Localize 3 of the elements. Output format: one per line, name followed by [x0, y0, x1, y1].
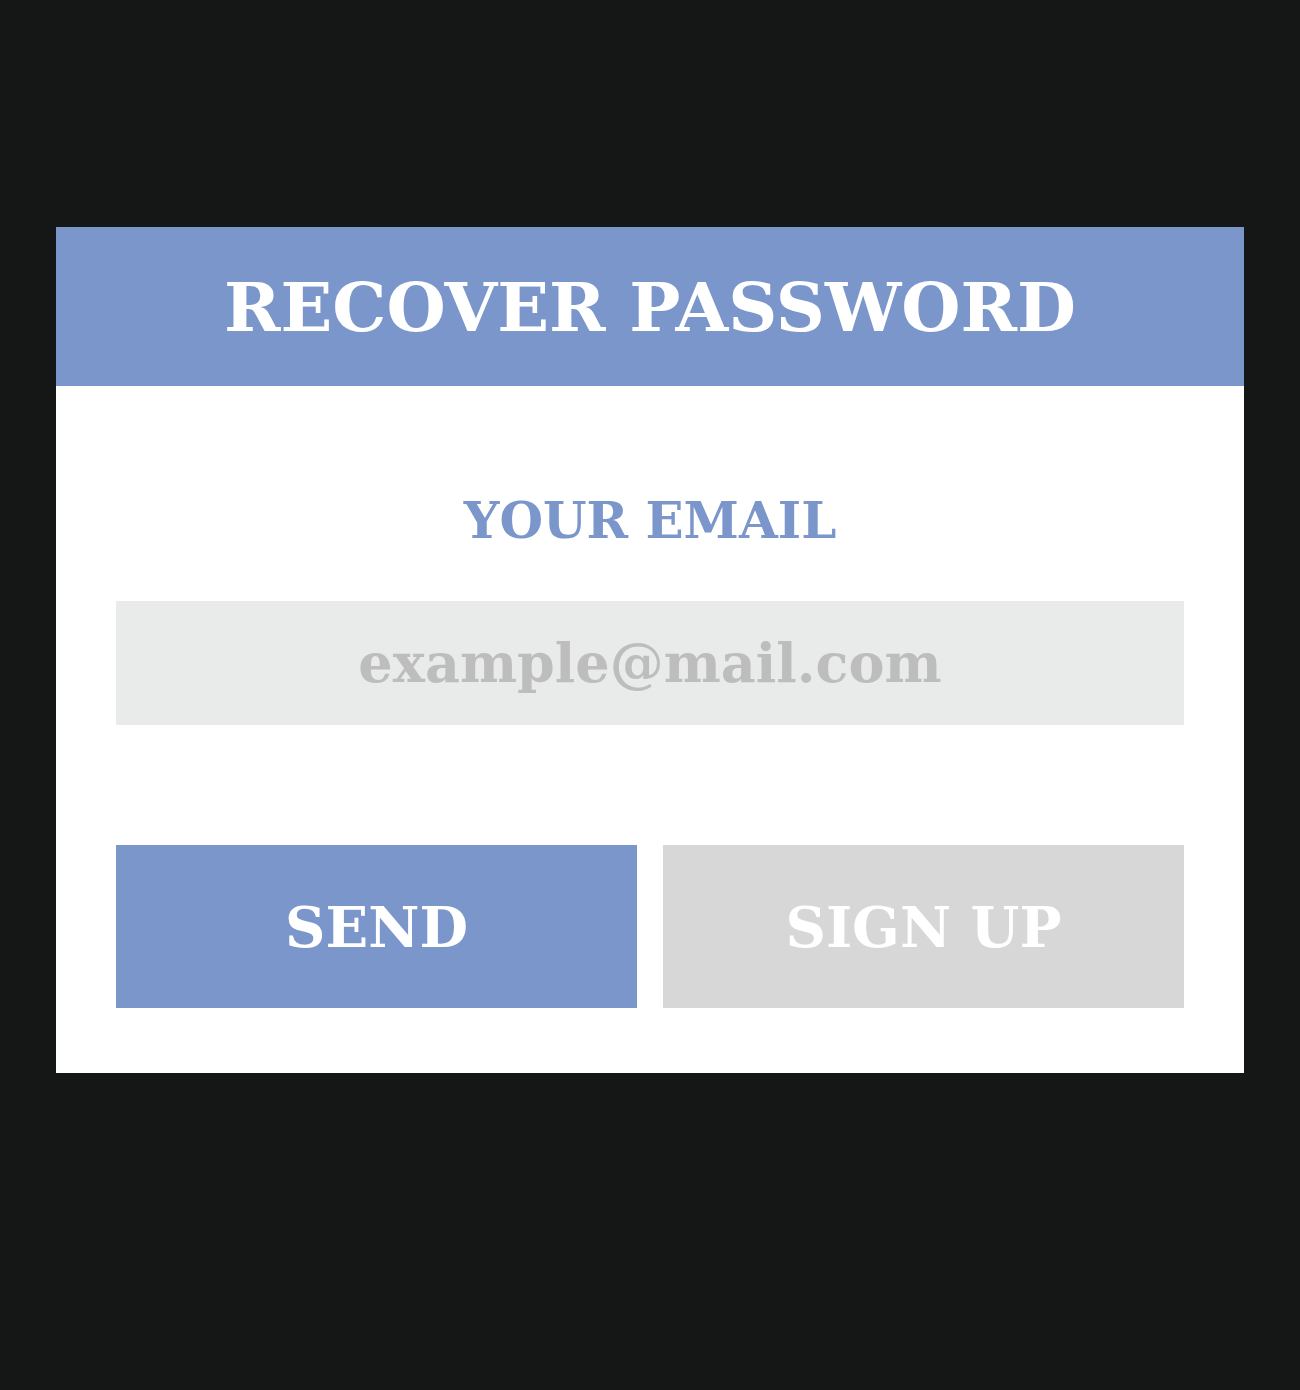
form-button[interactable]: SEND	[116, 845, 637, 1008]
dialog-title: RECOVER PASSWORD	[224, 266, 1076, 347]
email-label: YOUR EMAIL	[463, 496, 837, 546]
